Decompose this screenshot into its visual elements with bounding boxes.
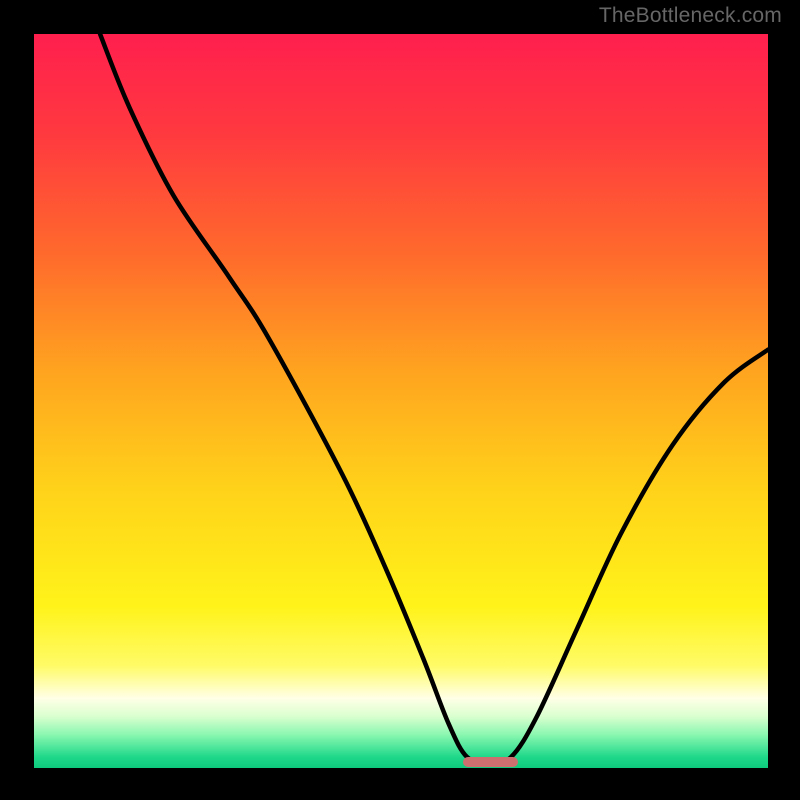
plot-area (34, 34, 768, 768)
optimal-marker (463, 757, 518, 767)
watermark-text: TheBottleneck.com (599, 4, 782, 28)
bottleneck-curve (34, 34, 768, 768)
app-frame: TheBottleneck.com (0, 0, 800, 800)
